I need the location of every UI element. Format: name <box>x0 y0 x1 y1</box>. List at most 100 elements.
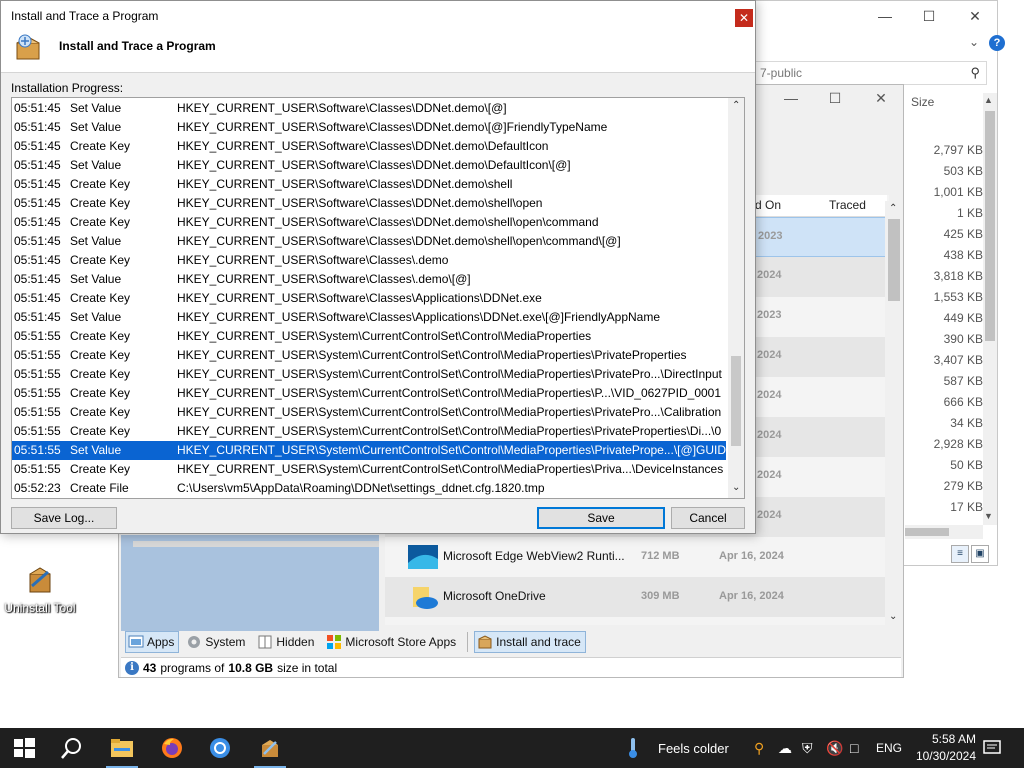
scroll-down-icon[interactable]: ⌄ <box>732 482 740 493</box>
size-column-header[interactable]: Size <box>911 95 934 109</box>
minimize-icon[interactable]: — <box>781 89 801 107</box>
log-entry[interactable]: 05:51:55 Create Key HKEY_CURRENT_USER\Syst… <box>12 365 726 384</box>
desktop-shortcut-uninstall-tool[interactable]: Uninstall Tool <box>2 564 78 615</box>
search-icon[interactable]: ⚲ <box>970 65 980 81</box>
large-icons-view-icon[interactable]: ▣ <box>971 545 989 563</box>
search-box[interactable]: 7-public ⚲ <box>755 61 987 85</box>
log-entry[interactable]: 05:51:55 Create Key HKEY_CURRENT_USER\Syst… <box>12 384 726 403</box>
scrollbar-thumb[interactable] <box>905 528 949 536</box>
tab-install-and-trace[interactable]: Install and trace <box>474 631 586 653</box>
help-icon[interactable]: ? <box>989 35 1005 51</box>
scrollbar-thumb[interactable] <box>888 219 900 301</box>
firefox-icon[interactable] <box>160 736 184 760</box>
scroll-up-icon[interactable]: ⌃ <box>732 100 740 111</box>
cancel-button[interactable]: Cancel <box>671 507 745 529</box>
start-windows-icon[interactable] <box>12 736 36 760</box>
log-entry[interactable]: 05:51:55 Create Key HKEY_CURRENT_USER\Syst… <box>12 346 726 365</box>
installed-on-column-header[interactable]: d On <box>755 195 781 215</box>
size-column: 2,797 KB 503 KB 1,001 KB 1 KB 425 KB 438 KB 3,… <box>907 143 983 521</box>
log-entry[interactable]: 05:51:45 Set Value HKEY_CURRENT_USER\Softw… <box>12 270 726 289</box>
scrollbar-thumb[interactable] <box>731 356 741 446</box>
install-date: 2024 <box>757 469 782 481</box>
log-time: 05:51:55 <box>14 386 61 400</box>
log-entry[interactable]: 05:51:45 Create Key HKEY_CURRENT_USER\Soft… <box>12 194 726 213</box>
log-entry[interactable]: 05:51:45 Create Key HKEY_CURRENT_USER\Soft… <box>12 137 726 156</box>
traced-column-header[interactable]: Traced <box>829 195 866 215</box>
log-time: 05:51:55 <box>14 329 61 343</box>
gear-icon <box>188 636 201 648</box>
weather-text[interactable]: Feels colder <box>658 741 729 756</box>
tab-apps[interactable]: Apps <box>125 631 180 653</box>
log-action: Set Value <box>70 120 122 134</box>
log-entry[interactable]: 05:51:45 Set Value HKEY_CURRENT_USER\Softw… <box>12 99 726 118</box>
log-entry[interactable]: 05:51:45 Set Value HKEY_CURRENT_USER\Softw… <box>12 156 726 175</box>
tab-microsoft-store-apps[interactable]: Microsoft Store Apps <box>323 631 461 653</box>
language-indicator[interactable]: ENG <box>876 741 902 755</box>
log-entry[interactable]: 05:51:45 Set Value HKEY_CURRENT_USER\Softw… <box>12 232 726 251</box>
tab-system[interactable]: System <box>183 631 250 653</box>
package-icon <box>478 635 492 649</box>
program-count: 43 <box>143 660 157 675</box>
log-entry[interactable]: 05:51:45 Create Key HKEY_CURRENT_USER\Soft… <box>12 251 726 270</box>
vertical-scrollbar[interactable]: ⌃ ⌄ <box>885 201 903 627</box>
clock-date[interactable]: 10/30/2024 <box>906 749 976 763</box>
close-icon[interactable]: ✕ <box>965 7 985 25</box>
log-entry[interactable]: 05:51:45 Set Value HKEY_CURRENT_USER\Softw… <box>12 118 726 137</box>
volume-muted-icon[interactable]: 🔇 <box>826 740 843 757</box>
notifications-icon[interactable] <box>982 738 1002 758</box>
info-icon: i <box>125 660 139 675</box>
log-time: 05:51:55 <box>14 443 61 457</box>
log-entry[interactable]: 05:51:45 Create Key HKEY_CURRENT_USER\Soft… <box>12 175 726 194</box>
maximize-icon[interactable]: ☐ <box>825 89 845 107</box>
log-action: Create Key <box>70 348 131 362</box>
tab-hidden[interactable]: Hidden <box>254 631 319 653</box>
maximize-icon[interactable]: ☐ <box>919 7 939 25</box>
log-path: HKEY_CURRENT_USER\System\CurrentControlS… <box>177 462 724 476</box>
log-entry[interactable]: 05:51:55 Set Value HKEY_CURRENT_USER\Syste… <box>12 441 726 460</box>
program-row[interactable]: Microsoft OneDrive 309 MB Apr 16, 2024 <box>385 577 887 617</box>
log-action: Set Value <box>70 272 122 286</box>
log-entry[interactable]: 05:51:45 Create Key HKEY_CURRENT_USER\Soft… <box>12 289 726 308</box>
log-entry[interactable]: 05:51:55 Create Key HKEY_CURRENT_USER\Syst… <box>12 422 726 441</box>
network-icon[interactable]: □ <box>850 740 858 756</box>
log-entry[interactable]: 05:51:55 Create Key HKEY_CURRENT_USER\Syst… <box>12 403 726 422</box>
log-entry[interactable]: 05:51:55 Create Key HKEY_CURRENT_USER\Syst… <box>12 460 726 479</box>
log-entry[interactable]: 05:51:45 Set Value HKEY_CURRENT_USER\Softw… <box>12 308 726 327</box>
log-entry[interactable]: 05:51:55 Create Key HKEY_CURRENT_USER\Syst… <box>12 327 726 346</box>
cloud-offline-icon[interactable]: ☁ <box>778 740 792 757</box>
log-path: HKEY_CURRENT_USER\Software\Classes\DDNet… <box>177 139 549 153</box>
vertical-scrollbar[interactable]: ⌃ ⌄ <box>728 98 744 498</box>
save-button[interactable]: Save <box>537 507 665 529</box>
minimize-icon[interactable]: — <box>875 7 895 25</box>
vertical-scrollbar[interactable]: ▲ ▼ <box>983 93 997 525</box>
dialog-titlebar: Install and Trace a Program ✕ <box>1 1 755 33</box>
scrollbar-thumb[interactable] <box>985 111 995 341</box>
uninstall-tool-taskbar-icon[interactable] <box>258 736 282 760</box>
close-icon[interactable]: ✕ <box>735 9 753 27</box>
search-icon[interactable] <box>60 736 84 760</box>
search-tray-icon[interactable]: ⚲ <box>754 740 764 757</box>
log-action: Create Key <box>70 253 131 267</box>
security-shield-icon[interactable]: ⛨ <box>802 740 813 757</box>
chevron-down-icon[interactable]: ⌄ <box>969 35 979 49</box>
log-entry[interactable]: 05:52:23 Create File C:\Users\vm5\AppData\… <box>12 479 726 498</box>
file-size-cell: 666 KB <box>943 395 983 409</box>
scroll-down-icon[interactable]: ▼ <box>984 511 993 521</box>
install-date: 2024 <box>757 269 782 281</box>
installation-log[interactable]: 05:51:45 Set Value HKEY_CURRENT_USER\Softw… <box>11 97 745 499</box>
scroll-down-icon[interactable]: ⌄ <box>889 611 897 622</box>
save-log-button[interactable]: Save Log... <box>11 507 117 529</box>
program-row[interactable]: Microsoft Edge WebView2 Runti... 712 MB Ap… <box>385 537 887 577</box>
apps-icon <box>128 635 144 648</box>
clock-time[interactable]: 5:58 AM <box>916 732 976 746</box>
close-icon[interactable]: ✕ <box>871 89 891 107</box>
log-entry[interactable]: 05:51:45 Create Key HKEY_CURRENT_USER\Soft… <box>12 213 726 232</box>
details-view-icon[interactable]: ≡ <box>951 545 969 563</box>
scroll-up-icon[interactable]: ▲ <box>984 95 993 105</box>
horizontal-scrollbar[interactable] <box>905 525 983 539</box>
app-name: Microsoft Edge WebView2 Runti... <box>443 549 625 563</box>
file-size-cell: 438 KB <box>943 248 983 262</box>
scroll-up-icon[interactable]: ⌃ <box>889 203 897 214</box>
file-explorer-icon[interactable] <box>110 736 134 760</box>
chrome-icon[interactable] <box>208 736 232 760</box>
